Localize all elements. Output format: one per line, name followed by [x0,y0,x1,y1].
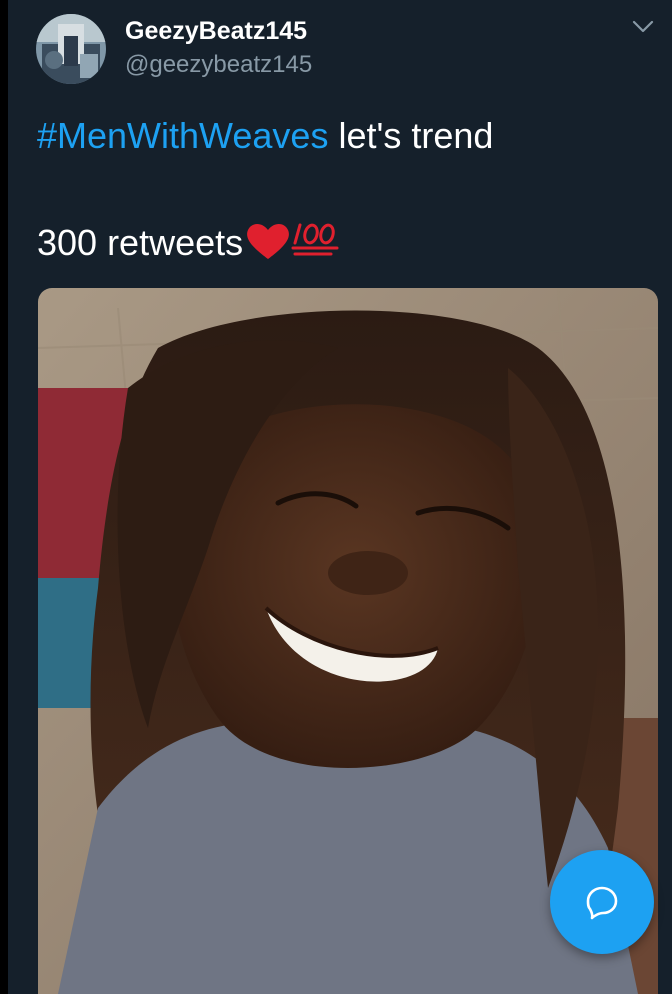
chevron-down-icon[interactable] [630,16,656,36]
red-heart-icon [245,221,291,261]
user-handle[interactable]: @geezybeatz145 [125,51,312,79]
screen: GeezyBeatz145 @geezybeatz145 #MenWithWea… [0,0,672,994]
retweets-text: 300 retweets [37,222,244,263]
user-avatar[interactable] [36,14,106,84]
tweet-card[interactable]: GeezyBeatz145 @geezybeatz145 #MenWithWea… [8,0,672,994]
tweet-text-line-1: #MenWithWeaves let's trend [37,114,493,158]
hundred-points-icon [291,219,343,259]
display-name[interactable]: GeezyBeatz145 [125,16,307,46]
tweet-text-rest: let's trend [328,115,494,156]
tweet-text-line-2: 300 retweets [37,219,343,265]
hashtag-link[interactable]: #MenWithWeaves [37,115,328,156]
speech-bubble-icon [586,886,618,920]
reply-fab-button[interactable] [550,850,654,954]
